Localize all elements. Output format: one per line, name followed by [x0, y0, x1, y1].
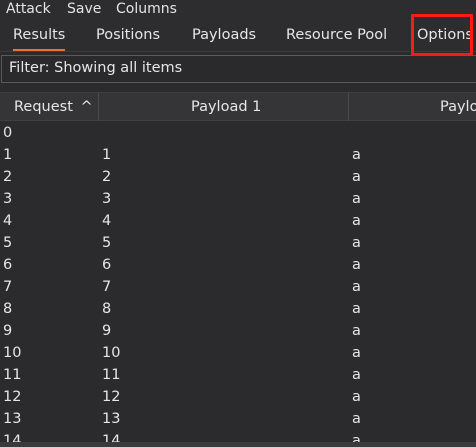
table-row[interactable]: 8 8 a: [0, 298, 476, 320]
cell-payload-2: a: [352, 257, 361, 273]
menu-attack[interactable]: Attack: [6, 0, 51, 20]
column-header-payload-1[interactable]: Payload 1: [191, 93, 261, 121]
cell-payload-1: 4: [102, 213, 112, 229]
cell-request: 3: [3, 191, 13, 207]
cell-payload-2: a: [352, 411, 361, 427]
cell-request: 4: [3, 213, 13, 229]
table-row[interactable]: 9 9 a: [0, 320, 476, 342]
table-row[interactable]: 1 1 a: [0, 144, 476, 166]
cell-payload-2: a: [352, 389, 361, 405]
cell-payload-1: 7: [102, 279, 112, 295]
tab-options[interactable]: Options: [417, 20, 473, 51]
table-row[interactable]: 7 7 a: [0, 276, 476, 298]
cell-request: 2: [3, 169, 13, 185]
cell-payload-2: a: [352, 147, 361, 163]
cell-payload-2: a: [352, 213, 361, 229]
sort-ascending-icon: ^: [80, 99, 93, 115]
table-header: Request ^ Payload 1 Paylo: [0, 92, 476, 121]
cell-payload-2: a: [352, 279, 361, 295]
table-row[interactable]: 0: [0, 122, 476, 144]
table-row[interactable]: 12 12 a: [0, 386, 476, 408]
table-row[interactable]: 6 6 a: [0, 254, 476, 276]
cell-payload-2: a: [352, 169, 361, 185]
cell-payload-1: 13: [102, 411, 121, 427]
cell-payload-1: 2: [102, 169, 112, 185]
tab-results[interactable]: Results: [13, 20, 66, 51]
table-row[interactable]: 11 11 a: [0, 364, 476, 386]
cell-payload-1: 9: [102, 323, 112, 339]
cell-request: 8: [3, 301, 13, 317]
table-row[interactable]: 4 4 a: [0, 210, 476, 232]
filter-text: Filter: Showing all items: [9, 60, 183, 76]
table-row[interactable]: 3 3 a: [0, 188, 476, 210]
cell-payload-1: 8: [102, 301, 112, 317]
menu-save[interactable]: Save: [67, 0, 101, 20]
cell-payload-2: a: [352, 301, 361, 317]
cell-payload-1: 1: [102, 147, 112, 163]
cell-request: 11: [3, 367, 22, 383]
column-header-request-label: Request: [14, 99, 73, 115]
tab-payloads[interactable]: Payloads: [192, 20, 256, 51]
cell-request: 1: [3, 147, 13, 163]
cell-request: 5: [3, 235, 13, 251]
cell-request: 9: [3, 323, 13, 339]
column-header-request[interactable]: Request ^: [14, 93, 93, 121]
menu-bar: Attack Save Columns: [0, 0, 476, 20]
cell-payload-1: 11: [102, 367, 121, 383]
cell-request: 10: [3, 345, 22, 361]
tab-bar: Results Positions Payloads Resource Pool…: [0, 20, 476, 52]
cell-request: 7: [3, 279, 13, 295]
cell-request: 0: [3, 125, 13, 141]
column-header-payload-2[interactable]: Paylo: [440, 93, 476, 121]
cell-payload-2: a: [352, 191, 361, 207]
cell-payload-1: 6: [102, 257, 112, 273]
filter-bar[interactable]: Filter: Showing all items: [1, 55, 476, 83]
cell-payload-2: a: [352, 323, 361, 339]
horizontal-scrollbar[interactable]: [0, 442, 476, 447]
results-table-body: 0 1 1 a 2 2 a 3 3 a 4 4 a 5 5 a 6 6 a 7 7 a 8 8 a 9 9 a 10 10 a 11 11 a 12…: [0, 122, 476, 447]
table-row[interactable]: 10 10 a: [0, 342, 476, 364]
cell-payload-1: 12: [102, 389, 121, 405]
tab-resource-pool[interactable]: Resource Pool: [286, 20, 387, 51]
table-row[interactable]: 13 13 a: [0, 408, 476, 430]
cell-payload-1: 5: [102, 235, 112, 251]
cell-payload-1: 3: [102, 191, 112, 207]
column-divider[interactable]: [98, 93, 99, 121]
cell-payload-2: a: [352, 367, 361, 383]
menu-columns[interactable]: Columns: [116, 0, 177, 20]
cell-payload-2: a: [352, 345, 361, 361]
tab-positions[interactable]: Positions: [96, 20, 160, 51]
table-row[interactable]: 2 2 a: [0, 166, 476, 188]
cell-request: 13: [3, 411, 22, 427]
table-row[interactable]: 5 5 a: [0, 232, 476, 254]
column-divider[interactable]: [348, 93, 349, 121]
cell-request: 12: [3, 389, 22, 405]
cell-request: 6: [3, 257, 13, 273]
cell-payload-1: 10: [102, 345, 121, 361]
cell-payload-2: a: [352, 235, 361, 251]
